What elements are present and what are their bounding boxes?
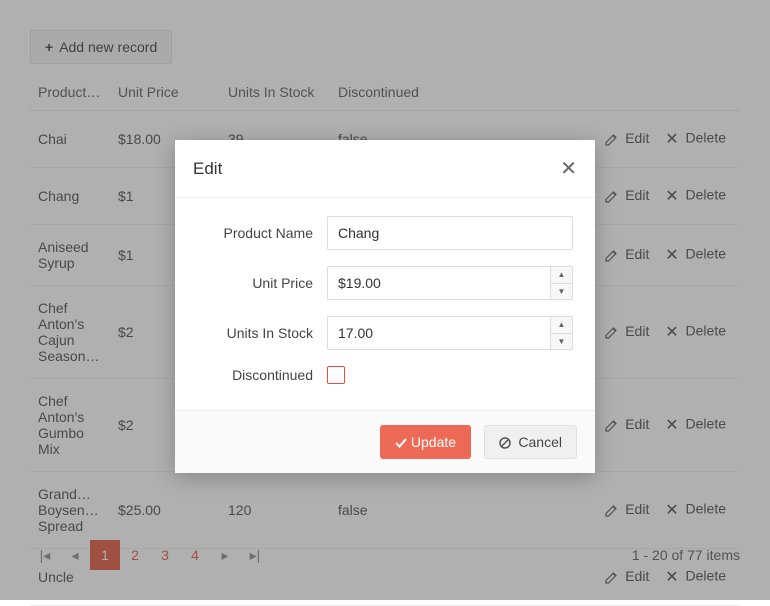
cancel-label: Cancel — [518, 434, 562, 450]
units-in-stock-up-button[interactable]: ▲ — [551, 317, 572, 334]
discontinued-label: Discontinued — [197, 367, 327, 383]
discontinued-checkbox[interactable] — [327, 366, 345, 384]
units-in-stock-input[interactable] — [328, 317, 550, 349]
product-name-label: Product Name — [197, 225, 327, 241]
unit-price-stepper[interactable]: ▲ ▼ — [327, 266, 573, 300]
check-icon — [395, 437, 407, 449]
close-icon: ✕ — [560, 158, 577, 180]
units-in-stock-stepper[interactable]: ▲ ▼ — [327, 316, 573, 350]
modal-overlay: Edit ✕ Product Name Unit Price ▲ ▼ — [0, 0, 770, 600]
dialog-title: Edit — [193, 159, 560, 179]
cancel-icon — [499, 437, 511, 449]
product-name-input[interactable] — [327, 216, 573, 250]
update-label: Update — [411, 434, 456, 450]
unit-price-label: Unit Price — [197, 275, 327, 291]
dialog-close-button[interactable]: ✕ — [560, 156, 577, 181]
update-button[interactable]: Update — [380, 425, 471, 459]
unit-price-up-button[interactable]: ▲ — [551, 267, 572, 284]
edit-dialog: Edit ✕ Product Name Unit Price ▲ ▼ — [175, 140, 595, 473]
units-in-stock-label: Units In Stock — [197, 325, 327, 341]
unit-price-down-button[interactable]: ▼ — [551, 284, 572, 300]
units-in-stock-down-button[interactable]: ▼ — [551, 334, 572, 350]
unit-price-input[interactable] — [328, 267, 550, 299]
cancel-button[interactable]: Cancel — [484, 425, 577, 459]
